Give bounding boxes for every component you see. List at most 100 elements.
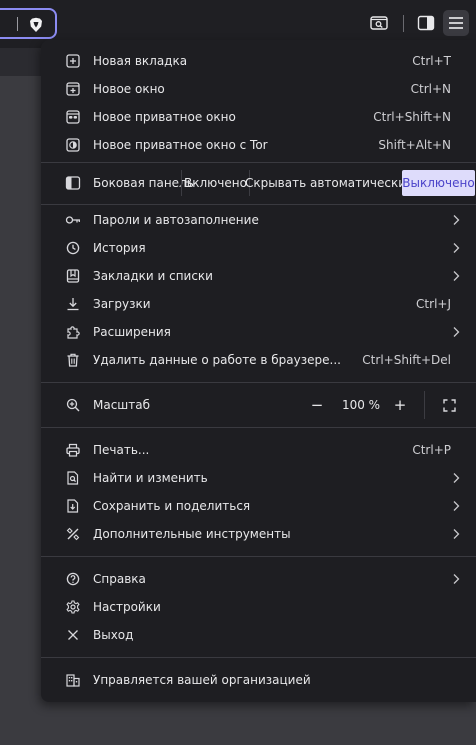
menu-item-label: Расширения — [93, 325, 171, 339]
chevron-right-icon — [453, 473, 460, 483]
downloads-icon — [65, 296, 81, 312]
shortcut-label: Ctrl+Shift+Del — [362, 353, 451, 367]
menu-item-label: Выход — [93, 628, 134, 642]
find-icon — [65, 470, 81, 486]
sidebar-option-autohide[interactable]: Скрывать автоматически — [245, 170, 406, 196]
zoom-row: Масштаб − 100 % + — [41, 391, 476, 419]
menu-item-bookmarks[interactable]: Закладки и списки — [41, 263, 476, 289]
page-search-icon — [370, 16, 388, 30]
shortcut-label: Ctrl+N — [410, 82, 451, 96]
menu-divider — [41, 204, 476, 205]
shortcut-label: Ctrl+J — [416, 297, 451, 311]
sidebar-icon — [65, 176, 81, 190]
menu-item-label: Печать... — [93, 443, 150, 457]
shortcut-label: Shift+Alt+N — [378, 138, 451, 152]
menu-item-managed-by-org[interactable]: Управляется вашей организацией — [41, 667, 476, 693]
menu-item-label: Найти и изменить — [93, 471, 208, 485]
menu-item-label: Настройки — [93, 600, 161, 614]
settings-icon — [65, 599, 81, 615]
menu-item-label: Новое приватное окно — [93, 110, 236, 124]
brave-shields-icon[interactable] — [29, 17, 43, 33]
menu-item-label: Загрузки — [93, 297, 151, 311]
menu-item-passwords[interactable]: Пароли и автозаполнение — [41, 207, 476, 233]
close-icon — [65, 627, 81, 643]
hamburger-icon — [449, 17, 463, 29]
sidebar-setting-row: Боковая панель Включено Скрывать автомат… — [41, 170, 476, 196]
chevron-right-icon — [453, 501, 460, 511]
new-tab-icon — [65, 53, 81, 69]
menu-item-label: Новая вкладка — [93, 54, 188, 68]
menu-item-print[interactable]: Печать... Ctrl+P — [41, 437, 476, 463]
help-icon — [65, 571, 81, 587]
menu-item-help[interactable]: Справка — [41, 566, 476, 592]
history-icon — [65, 240, 81, 256]
sidebar-toggle-button[interactable] — [413, 10, 439, 36]
menu-item-label: Пароли и автозаполнение — [93, 213, 259, 227]
key-icon — [65, 212, 81, 228]
extensions-icon — [65, 324, 81, 340]
fullscreen-icon — [442, 398, 456, 412]
toolbar-divider — [403, 15, 404, 32]
menu-item-label: Новое приватное окно с Tor — [93, 138, 268, 152]
menu-item-new-tab[interactable]: Новая вкладка Ctrl+T — [41, 48, 476, 74]
print-icon — [65, 442, 81, 458]
menu-divider — [41, 162, 476, 163]
menu-item-extensions[interactable]: Расширения — [41, 319, 476, 345]
organization-icon — [65, 672, 81, 688]
trash-icon — [65, 352, 81, 368]
tools-icon — [65, 526, 81, 542]
menu-item-label: Справка — [93, 572, 146, 586]
shortcut-label: Ctrl+Shift+N — [373, 110, 451, 124]
menu-divider — [41, 427, 476, 428]
sidebar-toggle-icon — [417, 15, 435, 31]
chevron-right-icon — [453, 271, 460, 281]
chevron-right-icon — [453, 243, 460, 253]
menu-item-label: Дополнительные инструменты — [93, 527, 291, 541]
shortcut-label: Ctrl+P — [412, 443, 451, 457]
page-search-button[interactable] — [366, 10, 392, 36]
sidebar-label: Боковая панель — [93, 176, 194, 190]
sidebar-option-on[interactable]: Включено — [181, 170, 249, 196]
menu-item-more-tools[interactable]: Дополнительные инструменты — [41, 521, 476, 547]
menu-item-label: Управляется вашей организацией — [93, 673, 311, 687]
menu-item-new-window[interactable]: Новое окно Ctrl+N — [41, 76, 476, 102]
zoom-icon — [65, 397, 81, 413]
menu-item-exit[interactable]: Выход — [41, 622, 476, 648]
chevron-right-icon — [453, 574, 460, 584]
address-bar-divider — [17, 17, 18, 31]
menu-item-find[interactable]: Найти и изменить — [41, 465, 476, 491]
menu-item-label: История — [93, 241, 146, 255]
chevron-right-icon — [453, 327, 460, 337]
menu-item-label: Закладки и списки — [93, 269, 213, 283]
main-menu: Новая вкладка Ctrl+T Новое окно Ctrl+N Н… — [41, 40, 476, 702]
menu-item-new-tor-window[interactable]: Новое приватное окно с Tor Shift+Alt+N — [41, 132, 476, 158]
zoom-in-button[interactable]: + — [388, 392, 412, 418]
menu-divider — [41, 382, 476, 383]
chevron-right-icon — [453, 215, 460, 225]
menu-item-label: Удалить данные о работе в браузере... — [93, 353, 341, 367]
menu-item-downloads[interactable]: Загрузки Ctrl+J — [41, 291, 476, 317]
main-menu-button[interactable] — [443, 10, 469, 36]
menu-item-history[interactable]: История — [41, 235, 476, 261]
fullscreen-button[interactable] — [437, 392, 461, 418]
menu-item-new-private-window[interactable]: Новое приватное окно Ctrl+Shift+N — [41, 104, 476, 130]
menu-item-save-share[interactable]: Сохранить и поделиться — [41, 493, 476, 519]
sidebar-option-off[interactable]: Выключено — [402, 170, 475, 196]
zoom-divider — [424, 391, 425, 419]
menu-item-clear-data[interactable]: Удалить данные о работе в браузере... Ct… — [41, 347, 476, 373]
bookmarks-icon — [65, 268, 81, 284]
chevron-right-icon — [453, 529, 460, 539]
new-window-icon — [65, 81, 81, 97]
menu-divider — [41, 657, 476, 658]
private-window-icon — [65, 109, 81, 125]
save-share-icon — [65, 498, 81, 514]
menu-item-label: Новое окно — [93, 82, 165, 96]
shortcut-label: Ctrl+T — [412, 54, 451, 68]
menu-item-label: Сохранить и поделиться — [93, 499, 251, 513]
address-bar[interactable] — [0, 8, 57, 39]
tor-window-icon — [65, 137, 81, 153]
zoom-level-value: 100 % — [341, 398, 381, 412]
menu-divider — [41, 556, 476, 557]
menu-item-settings[interactable]: Настройки — [41, 594, 476, 620]
zoom-out-button[interactable]: − — [305, 392, 329, 418]
